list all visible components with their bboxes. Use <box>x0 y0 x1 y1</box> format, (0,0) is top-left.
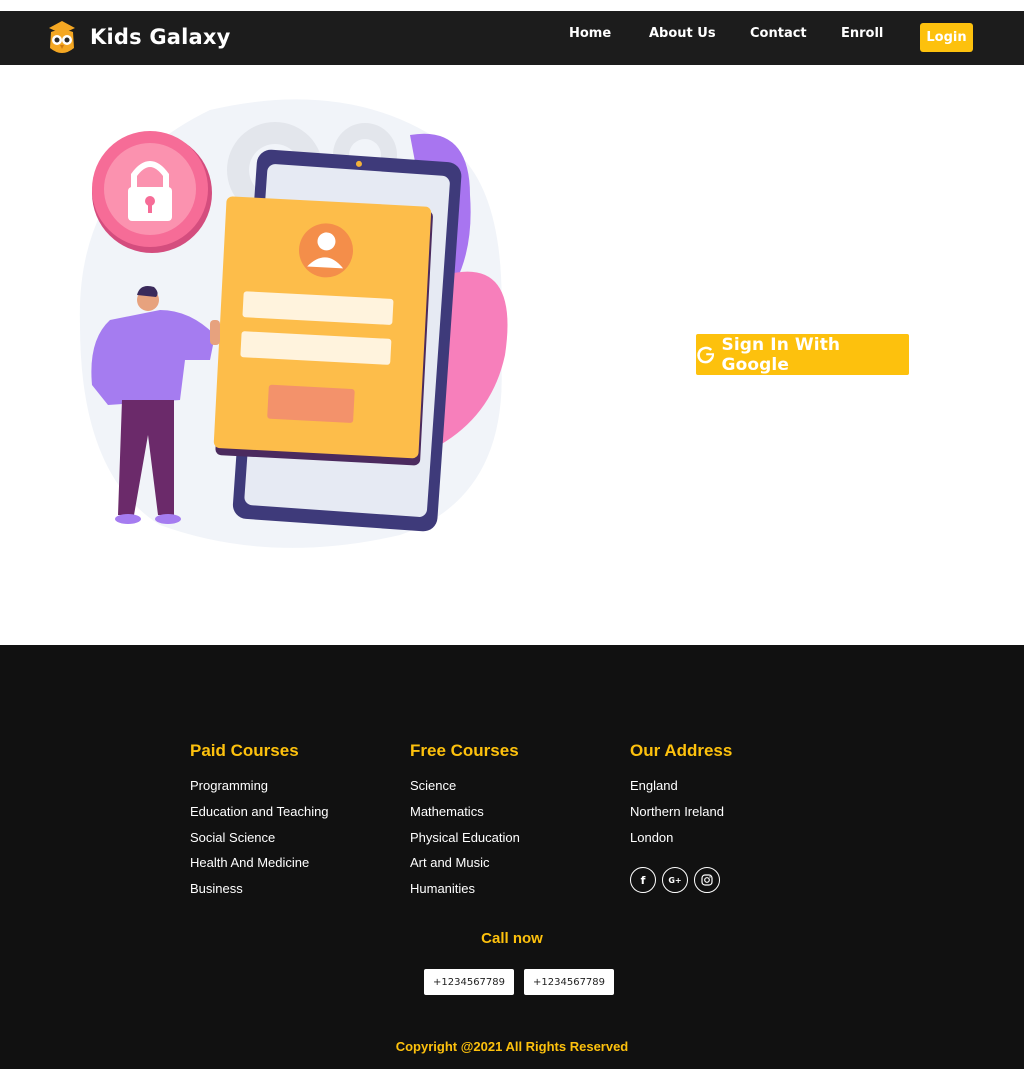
google-plus-icon[interactable]: G+ <box>662 867 688 894</box>
login-illustration <box>79 99 508 548</box>
instagram-icon[interactable] <box>694 867 720 894</box>
owl-logo-icon <box>49 21 75 53</box>
free-course-item[interactable]: Art and Music <box>410 855 520 881</box>
nav-home[interactable]: Home <box>569 26 611 41</box>
google-icon <box>697 346 715 363</box>
paid-course-item[interactable]: Social Science <box>190 830 329 856</box>
phone-button[interactable]: +1234567789 <box>424 969 515 995</box>
login-button[interactable]: Login <box>920 23 973 52</box>
address-line: England <box>630 778 678 793</box>
paid-course-item[interactable]: Business <box>190 881 329 907</box>
paid-course-item[interactable]: Programming <box>190 778 329 804</box>
paid-courses-column: Paid Courses Programming Education and T… <box>190 741 329 907</box>
free-course-item[interactable]: Physical Education <box>410 830 520 856</box>
free-course-item[interactable]: Mathematics <box>410 804 520 830</box>
hero-section: Sign In With Google <box>0 65 1024 645</box>
address-column: Our Address England Northern Ireland Lon… <box>630 741 733 894</box>
free-courses-heading: Free Courses <box>410 741 519 760</box>
free-courses-column: Free Courses Science Mathematics Physica… <box>410 741 520 907</box>
address-heading: Our Address <box>630 741 733 760</box>
paid-course-item[interactable]: Health And Medicine <box>190 855 329 881</box>
brand-name: Kids Galaxy <box>90 25 231 49</box>
paid-courses-heading: Paid Courses <box>190 741 299 760</box>
navbar: Kids Galaxy Home About Us Contact Enroll… <box>0 11 1024 65</box>
phone-list: +1234567789 +1234567789 <box>424 969 615 995</box>
copyright-text: Copyright @2021 All Rights Reserved <box>395 1039 629 1054</box>
call-now-heading: Call now <box>481 930 543 947</box>
phone-button[interactable]: +1234567789 <box>524 969 615 995</box>
social-links: f G+ <box>630 867 732 894</box>
free-course-item[interactable]: Humanities <box>410 881 520 907</box>
brand[interactable]: Kids Galaxy <box>46 18 231 56</box>
address-line: London <box>630 829 674 845</box>
address-line: Northern Ireland <box>630 803 724 819</box>
free-course-item[interactable]: Science <box>410 778 520 804</box>
top-strip <box>0 0 1024 11</box>
paid-course-item[interactable]: Education and Teaching <box>190 804 329 830</box>
facebook-icon[interactable]: f <box>630 867 656 894</box>
nav-contact[interactable]: Contact <box>750 26 807 41</box>
footer: Paid Courses Programming Education and T… <box>0 645 1024 1069</box>
nav-enroll[interactable]: Enroll <box>841 26 883 41</box>
nav-about-us[interactable]: About Us <box>649 26 716 41</box>
google-signin-button[interactable]: Sign In With Google <box>696 334 909 375</box>
google-signin-label: Sign In With Google <box>721 334 841 375</box>
